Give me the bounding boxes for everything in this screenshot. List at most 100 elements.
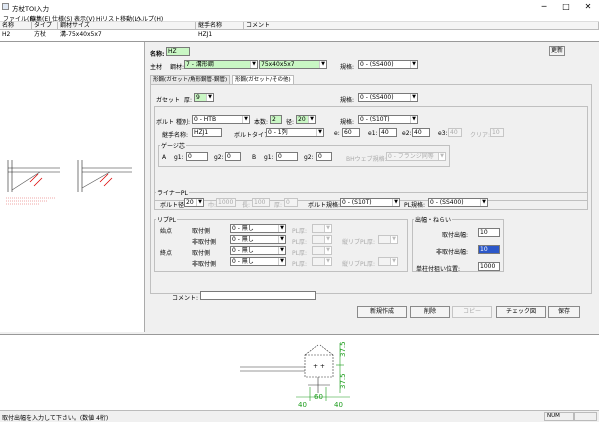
- gauge-a-g2-label: g2:: [214, 154, 224, 161]
- gauge-a-g1-label: g1:: [174, 154, 184, 161]
- close-button[interactable]: ✕: [577, 0, 599, 13]
- table-cell-type[interactable]: 方杖: [32, 30, 58, 39]
- liner-width-label: 巾:: [208, 202, 217, 209]
- joint-name-input[interactable]: HZJ1: [192, 128, 222, 137]
- gauge-a-label: A: [162, 154, 167, 161]
- new-button[interactable]: 新規作成: [357, 306, 407, 318]
- spec-select[interactable]: 0 - (SS400) ▼: [358, 60, 418, 69]
- liner-thick-input[interactable]: 0: [284, 198, 298, 207]
- rib-end-vrib-select[interactable]: ▼: [378, 257, 398, 266]
- rib-start-vrib-select[interactable]: ▼: [378, 235, 398, 244]
- clear-label: クリア:: [470, 132, 491, 139]
- minimize-button[interactable]: ─: [533, 0, 555, 13]
- e-input[interactable]: 60: [342, 128, 360, 137]
- tab-square-pipe[interactable]: 形鋼(ガセット/角形鋼管-鋼管): [150, 75, 231, 84]
- steel-label: 鋼材:: [170, 64, 185, 71]
- status-pane-empty: [574, 412, 597, 421]
- window-title: 方杖TOI入力: [12, 5, 50, 13]
- member-grid[interactable]: 名称 タイプ 鋼材サイズ 継手名称 コメント H2 方杖 溝-75x40x5x7…: [0, 22, 599, 42]
- bh-web-spec-label: BHウェブ規格:: [346, 156, 387, 163]
- rib-end-attach-plthick-select[interactable]: ▼: [312, 246, 332, 255]
- gauge-a-g2-input[interactable]: 0: [225, 152, 241, 161]
- preview-panel: [0, 42, 145, 332]
- copy-button[interactable]: コピー: [452, 306, 492, 318]
- spec-label: 規格:: [340, 64, 355, 71]
- rib-end-nonattach-select[interactable]: 0 - 無し ▼: [230, 257, 286, 266]
- rib-start-attach-plthick-select[interactable]: ▼: [312, 224, 332, 233]
- name-input[interactable]: HZ: [166, 47, 190, 56]
- save-button[interactable]: 保存: [548, 306, 580, 318]
- maximize-button[interactable]: □: [555, 0, 577, 13]
- gauge-b-g1-input[interactable]: 0: [276, 152, 298, 161]
- steel-type-select[interactable]: 7 - 溝形鋼 ▼: [184, 60, 258, 69]
- col-header-size[interactable]: 鋼材サイズ: [58, 22, 196, 30]
- bolt-label: ボルト: [156, 119, 175, 126]
- bolt-dia-label: 径:: [286, 119, 295, 126]
- liner-bolt-dia-select[interactable]: 20 ▼: [184, 198, 204, 207]
- col-header-type[interactable]: タイプ: [32, 22, 58, 30]
- bolt-dia-select[interactable]: 20 ▼: [296, 115, 316, 124]
- rib-end-attach-label: 取付側: [192, 250, 211, 257]
- clear-input[interactable]: 10: [490, 128, 504, 137]
- liner-length-input[interactable]: 100: [252, 198, 270, 207]
- chevron-down-icon: ▼: [319, 61, 326, 68]
- rib-start-nonattach-plthick-select[interactable]: ▼: [312, 235, 332, 244]
- nonattach-out-input[interactable]: 10: [478, 245, 500, 254]
- bh-web-spec-select[interactable]: 0 - フランジ同等 ▼: [386, 152, 446, 161]
- e1-input[interactable]: 40: [379, 128, 397, 137]
- gusset-spec-label: 規格:: [340, 97, 355, 104]
- rib-start-nonattach-select[interactable]: 0 - 無し ▼: [230, 235, 286, 244]
- brace-preview-drawing: [6, 160, 132, 205]
- table-cell-comment[interactable]: [244, 30, 599, 39]
- gauge-a-g1-input[interactable]: 0: [186, 152, 208, 161]
- table-cell-size[interactable]: 溝-75x40x5x7: [58, 30, 196, 39]
- delete-button[interactable]: 削除: [410, 306, 450, 318]
- gusset-spec-select[interactable]: 0 - (SS400) ▼: [358, 93, 418, 102]
- gusset-label: ガセット: [156, 97, 181, 104]
- col-header-name[interactable]: 名称: [0, 22, 32, 30]
- rib-end-attach-select[interactable]: 0 - 無し ▼: [230, 246, 286, 255]
- app-icon: [2, 3, 9, 10]
- e3-label: e3:: [438, 130, 448, 137]
- attach-out-input[interactable]: 10: [478, 228, 500, 237]
- gauge-b-g2-input[interactable]: 0: [316, 152, 332, 161]
- e2-label: e2:: [402, 130, 412, 137]
- bolt-spec-select[interactable]: 0 - (S10T) ▼: [358, 115, 418, 124]
- update-button[interactable]: 更新: [549, 46, 565, 56]
- attach-out-label: 取付出幅:: [442, 232, 469, 239]
- liner-pl-title: ライナーPL: [156, 188, 189, 197]
- joint-name-label: 継手名称:: [162, 132, 189, 139]
- chevron-down-icon: ▼: [324, 247, 331, 254]
- section-drawing: + + 37.5 37.5 40 60 40: [240, 341, 350, 409]
- comment-input[interactable]: [200, 291, 316, 300]
- status-num: NUM: [544, 412, 574, 421]
- liner-width-input[interactable]: 1000: [216, 198, 236, 207]
- e3-input[interactable]: 40: [448, 128, 462, 137]
- liner-bolt-spec-select[interactable]: 0 - (S10T) ▼: [340, 198, 400, 207]
- bolt-type-select[interactable]: 0 - 1列 ▼: [266, 128, 324, 137]
- liner-pl-spec-select[interactable]: 0 - (SS400) ▼: [428, 198, 488, 207]
- rib-end-nonattach-plthick-select[interactable]: ▼: [312, 257, 332, 266]
- col-header-joint[interactable]: 継手名称: [196, 22, 244, 30]
- chevron-down-icon: ▼: [196, 199, 203, 206]
- col-header-comment[interactable]: コメント: [244, 22, 599, 30]
- tab-other[interactable]: 形鋼(ガセット/その他): [232, 75, 294, 84]
- steel-size-select[interactable]: 75x40x5x7 ▼: [259, 60, 327, 69]
- main-material-label: 主材: [150, 64, 163, 71]
- e2-input[interactable]: 40: [412, 128, 430, 137]
- name-label: 名称:: [150, 51, 165, 58]
- rib-start-nonattach-label: 非取付側: [192, 239, 217, 246]
- gusset-thick-select[interactable]: 9 ▼: [194, 93, 214, 102]
- form-panel: 名称: HZ 更新 主材 鋼材: 7 - 溝形鋼 ▼ 75x40x5x7 ▼ 規格:…: [146, 42, 599, 332]
- title-bar: 方杖TOI入力 ─ □ ✕: [0, 0, 599, 13]
- rib-start-attach-select[interactable]: 0 - 無し ▼: [230, 224, 286, 233]
- table-cell-joint[interactable]: HZJ1: [196, 30, 244, 39]
- check-drawing-button[interactable]: チェック図: [496, 306, 546, 318]
- bolt-count-input[interactable]: 2: [270, 115, 282, 124]
- table-cell-name[interactable]: H2: [0, 30, 32, 39]
- aim-position-input[interactable]: 1000: [478, 262, 500, 271]
- bolt-spec-label: 規格:: [340, 119, 355, 126]
- dim-bottom-text: 37.5: [339, 373, 347, 389]
- bolt-kind-select[interactable]: 0 - HTB ▼: [192, 115, 250, 124]
- rib-end-attach-plthick-label: PL厚:: [292, 250, 307, 257]
